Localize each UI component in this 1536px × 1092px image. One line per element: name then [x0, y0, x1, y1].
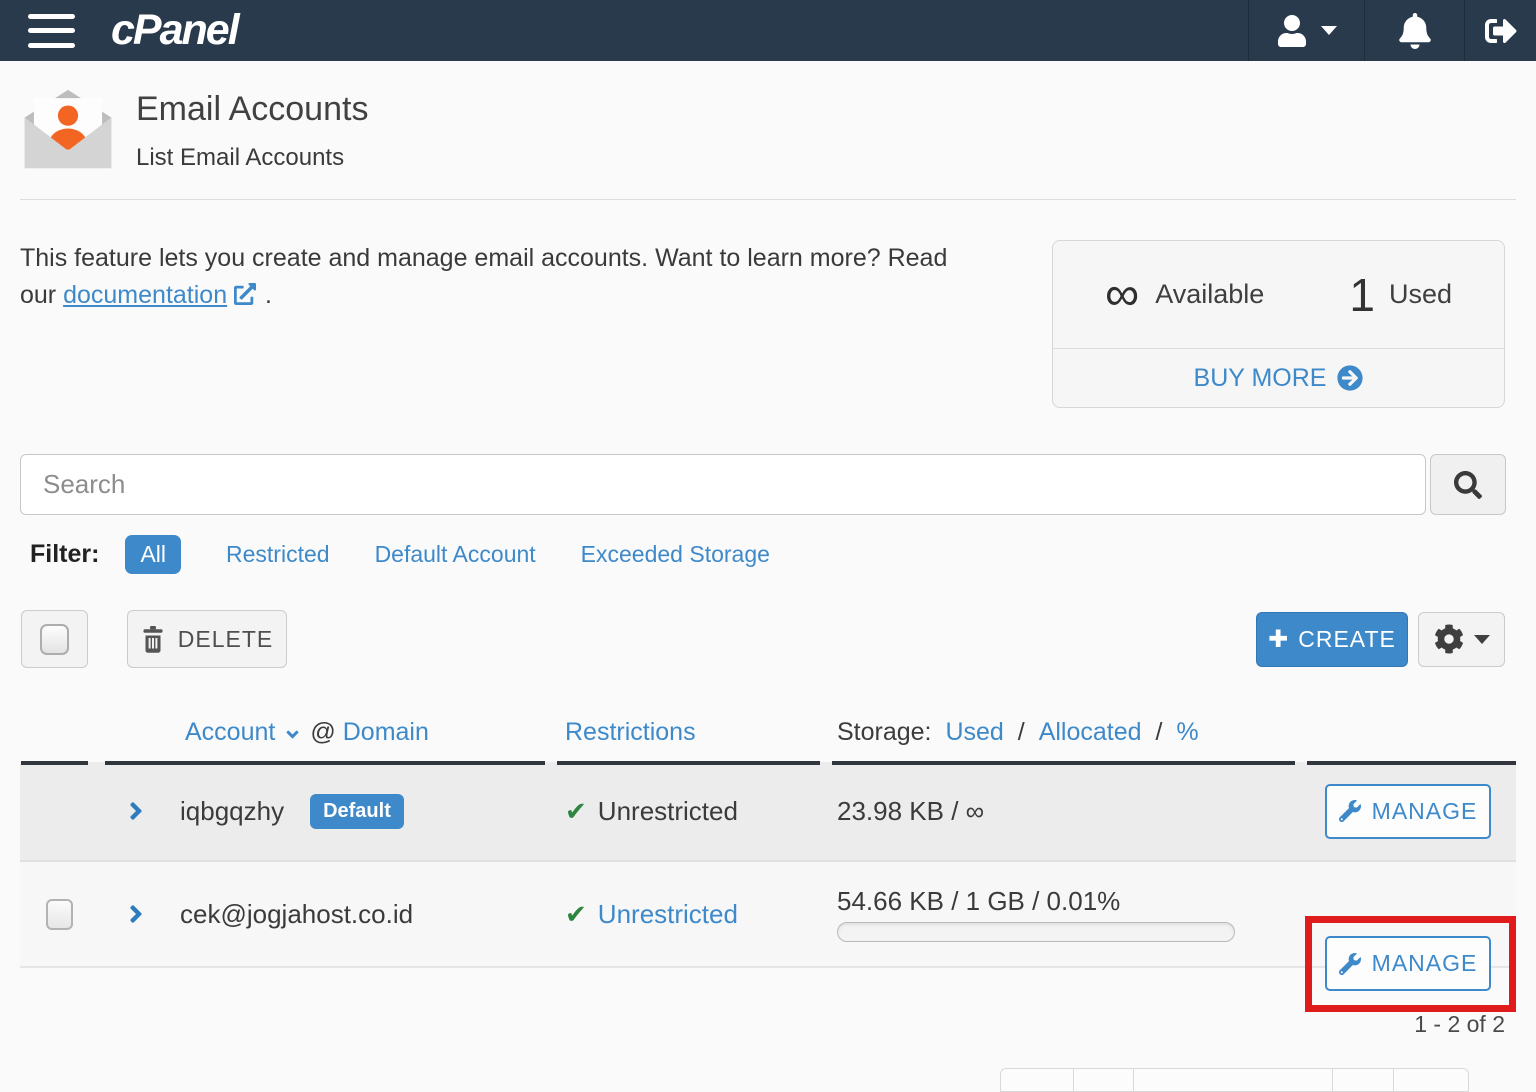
pagination-controls: [1000, 1068, 1469, 1092]
filter-restricted[interactable]: Restricted: [226, 541, 330, 568]
quota-panel: ∞ Available 1 Used BUY MORE: [1052, 240, 1505, 408]
manage-button[interactable]: MANAGE: [1325, 784, 1491, 839]
filter-all[interactable]: All: [125, 535, 181, 574]
hamburger-menu-icon[interactable]: [28, 14, 75, 48]
annotation-highlight-box: MANAGE: [1305, 916, 1516, 1012]
table-row: iqbgqzhy Default ✔ Unrestricted 23.98 KB…: [20, 762, 1516, 862]
storage-label: Storage:: [837, 718, 932, 746]
caret-down-icon: [1321, 26, 1337, 35]
row-checkbox[interactable]: [46, 899, 73, 930]
pagination-page-info: [1133, 1068, 1333, 1092]
restriction-status[interactable]: Unrestricted: [598, 899, 738, 930]
sort-allocated-link[interactable]: Allocated: [1039, 718, 1142, 746]
chevron-right-icon: [128, 900, 144, 928]
column-restrictions-link[interactable]: Restrictions: [565, 718, 696, 747]
wrench-icon: [1339, 953, 1361, 975]
quota-available: ∞ Available: [1105, 271, 1264, 319]
email-accounts-table: Account @ Domain Restrictions Storage: U…: [20, 704, 1516, 968]
expand-row-button[interactable]: [128, 900, 144, 928]
select-all-checkbox[interactable]: [40, 624, 69, 655]
search-input[interactable]: [20, 454, 1426, 515]
logout-icon: [1485, 15, 1517, 47]
sort-domain-link[interactable]: Domain: [343, 718, 429, 747]
quota-used: 1 Used: [1349, 268, 1452, 322]
storage-usage: 23.98 KB / ∞: [837, 796, 984, 826]
filter-row: Filter: All Restricted Default Account E…: [30, 534, 1536, 574]
chevron-right-icon: [128, 797, 144, 825]
storage-usage: 54.66 KB / 1 GB / 0.01%: [837, 886, 1295, 917]
storage-progress-bar: [837, 922, 1235, 942]
notifications-button[interactable]: [1364, 0, 1464, 61]
check-icon: ✔: [565, 796, 587, 827]
page-title: Email Accounts: [136, 90, 368, 129]
pagination-button[interactable]: [1332, 1068, 1394, 1092]
used-label: Used: [1389, 279, 1452, 310]
sort-account-link[interactable]: Account: [185, 718, 275, 747]
expand-row-button[interactable]: [128, 797, 144, 825]
create-button[interactable]: ✚ CREATE: [1256, 612, 1408, 667]
sort-used-link[interactable]: Used: [945, 718, 1003, 746]
toolbar: DELETE ✚ CREATE: [21, 610, 1505, 668]
at-symbol: @: [310, 718, 335, 747]
arrow-circle-right-icon: [1337, 365, 1363, 391]
external-link-icon[interactable]: [234, 283, 256, 305]
table-settings-button[interactable]: [1418, 612, 1505, 667]
search-icon: [1454, 471, 1482, 499]
pagination-button[interactable]: [1073, 1068, 1134, 1092]
default-badge: Default: [310, 794, 404, 829]
search-row: [20, 454, 1506, 515]
intro-text: This feature lets you create and manage …: [20, 240, 955, 408]
infinity-symbol: ∞: [1105, 271, 1139, 319]
caret-down-icon: [1474, 635, 1490, 644]
page-subtitle: List Email Accounts: [136, 144, 368, 172]
table-row: cek@jogjahost.co.id ✔ Unrestricted 54.66…: [20, 862, 1516, 968]
account-name: iqbgqzhy: [180, 796, 284, 827]
documentation-link[interactable]: documentation: [63, 281, 227, 309]
check-icon: ✔: [565, 899, 587, 930]
top-navbar: cPanel: [0, 0, 1536, 61]
filter-label: Filter:: [30, 540, 99, 569]
intro-row: This feature lets you create and manage …: [0, 200, 1536, 408]
cpanel-logo[interactable]: cPanel: [111, 6, 238, 55]
delete-button[interactable]: DELETE: [127, 610, 287, 668]
table-header: Account @ Domain Restrictions Storage: U…: [20, 704, 1516, 761]
pagination-summary: 1 - 2 of 2: [0, 1011, 1505, 1038]
gear-icon: [1434, 624, 1464, 654]
navbar-actions: [1248, 0, 1536, 61]
email-accounts-icon: [22, 87, 114, 171]
sort-caret-down-icon[interactable]: [283, 725, 302, 744]
sort-percent-link[interactable]: %: [1176, 718, 1198, 746]
restriction-status: Unrestricted: [598, 796, 738, 827]
logout-button[interactable]: [1464, 0, 1536, 61]
search-button[interactable]: [1430, 454, 1506, 515]
page-header: Email Accounts List Email Accounts: [0, 61, 1536, 172]
user-menu-button[interactable]: [1248, 0, 1364, 61]
pagination-button[interactable]: [1393, 1068, 1469, 1092]
plus-icon: ✚: [1268, 625, 1289, 654]
trash-icon: [141, 626, 165, 653]
filter-exceeded-storage[interactable]: Exceeded Storage: [581, 541, 770, 568]
account-name: cek@jogjahost.co.id: [180, 899, 413, 930]
bell-icon: [1398, 13, 1432, 49]
user-icon: [1276, 15, 1308, 47]
buy-more-link[interactable]: BUY MORE: [1053, 348, 1504, 407]
filter-default-account[interactable]: Default Account: [375, 541, 536, 568]
wrench-icon: [1339, 800, 1361, 822]
manage-button[interactable]: MANAGE: [1325, 936, 1491, 991]
select-all-button[interactable]: [21, 610, 88, 668]
used-value: 1: [1349, 268, 1375, 322]
available-label: Available: [1155, 279, 1264, 310]
pagination-button[interactable]: [1000, 1068, 1074, 1092]
